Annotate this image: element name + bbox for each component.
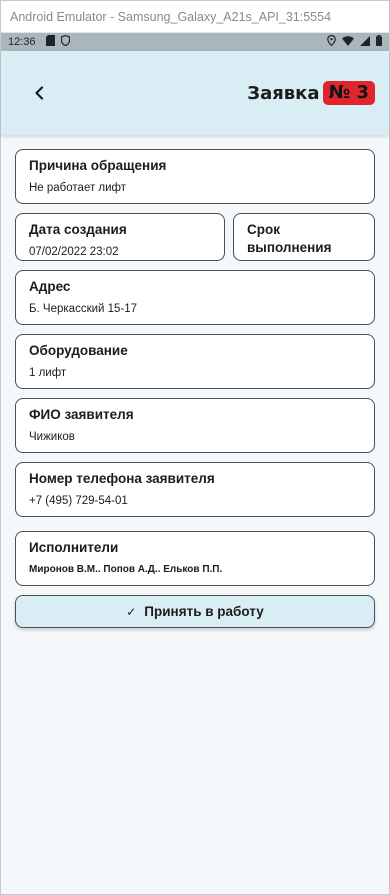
- phone-card: Номер телефона заявителя +7 (495) 729-54…: [15, 462, 375, 517]
- executors-label: Исполнители: [29, 540, 119, 555]
- applicant-card: ФИО заявителя Чижиков: [15, 398, 375, 453]
- page-title: Заявка: [247, 82, 320, 104]
- deadline-card[interactable]: Срок выполнения: [233, 213, 375, 261]
- applicant-label: ФИО заявителя: [29, 407, 134, 422]
- check-icon: ✓: [126, 604, 137, 619]
- battery-icon: [376, 35, 382, 49]
- reason-value: Не работает лифт: [29, 182, 127, 194]
- created-date-value: 07/02/2022 23:02: [29, 246, 119, 258]
- status-bar: 12:36: [1, 33, 389, 51]
- reason-label: Причина обращения: [29, 158, 167, 173]
- deadline-value: [247, 263, 361, 277]
- applicant-value: Чижиков: [29, 431, 75, 443]
- wifi-icon: [342, 35, 354, 49]
- window-titlebar: Android Emulator - Samsung_Galaxy_A21s_A…: [1, 1, 389, 33]
- executors-card: Исполнители Миронов В.М.. Попов А.Д.. Ел…: [15, 531, 375, 586]
- dates-row: Дата создания 07/02/2022 23:02 Срок выпо…: [15, 213, 375, 270]
- request-details: Причина обращения Не работает лифт Дата …: [1, 135, 389, 628]
- request-number-badge: № 3: [322, 81, 375, 105]
- back-arrow-icon: [35, 86, 44, 100]
- created-date-card: Дата создания 07/02/2022 23:02: [15, 213, 225, 261]
- emulator-window: Android Emulator - Samsung_Galaxy_A21s_A…: [0, 0, 390, 895]
- executors-value: Миронов В.М.. Попов А.Д.. Ельков П.П.: [29, 564, 223, 575]
- address-label: Адрес: [29, 279, 71, 294]
- app-header: Заявка № 3: [1, 51, 389, 135]
- reason-card: Причина обращения Не работает лифт: [15, 149, 375, 204]
- accept-button-label: Принять в работу: [144, 604, 264, 619]
- signal-icon: [360, 35, 370, 49]
- back-button[interactable]: [27, 81, 51, 105]
- status-time: 12:36: [8, 36, 36, 48]
- location-icon: [327, 34, 336, 49]
- window-title: Android Emulator - Samsung_Galaxy_A21s_A…: [10, 9, 332, 24]
- sd-card-icon: [45, 35, 55, 49]
- equipment-card: Оборудование 1 лифт: [15, 334, 375, 389]
- phone-label: Номер телефона заявителя: [29, 471, 215, 486]
- shield-icon: [60, 34, 70, 49]
- equipment-value: 1 лифт: [29, 367, 67, 379]
- deadline-label: Срок выполнения: [247, 222, 332, 255]
- created-date-label: Дата создания: [29, 222, 127, 237]
- equipment-label: Оборудование: [29, 343, 128, 358]
- address-value: Б. Черкасский 15-17: [29, 303, 138, 315]
- phone-value: +7 (495) 729-54-01: [29, 495, 128, 507]
- address-card: Адрес Б. Черкасский 15-17: [15, 270, 375, 325]
- title-group: Заявка № 3: [247, 81, 375, 105]
- accept-to-work-button[interactable]: ✓ Принять в работу: [15, 595, 375, 628]
